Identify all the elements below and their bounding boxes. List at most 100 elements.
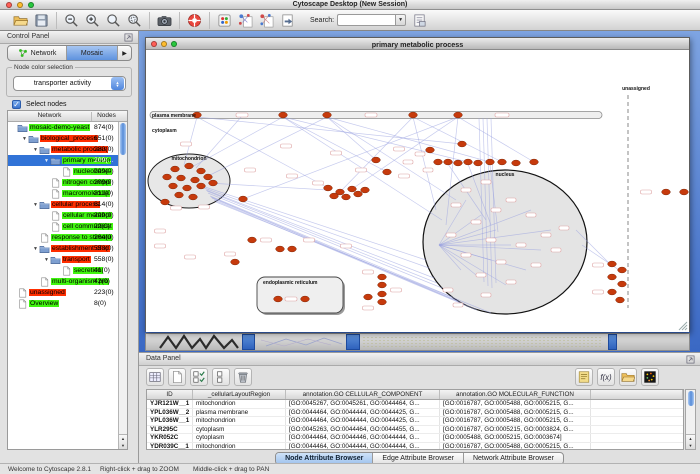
network-node[interactable] — [274, 296, 283, 302]
network-node[interactable] — [454, 160, 463, 166]
network-node[interactable] — [512, 160, 521, 166]
network-node[interactable] — [239, 196, 248, 202]
save-icon[interactable] — [34, 13, 49, 28]
tree-row[interactable]: nitrogen compo209(0) — [8, 177, 118, 188]
new-document-button[interactable] — [168, 368, 186, 386]
network-node[interactable] — [324, 185, 333, 191]
network-edge[interactable] — [206, 190, 434, 278]
tree-scrollbar-arrows[interactable]: ▲▼ — [119, 434, 127, 449]
network-node[interactable] — [372, 157, 381, 163]
network-node[interactable] — [191, 177, 200, 183]
network-node[interactable] — [231, 259, 240, 265]
network-node[interactable] — [618, 267, 627, 273]
annotation-tool-icon[interactable] — [412, 13, 427, 28]
network-node[interactable] — [169, 183, 178, 189]
tree-row[interactable]: unassigned223(0) — [8, 287, 118, 298]
tree-row[interactable]: ▼primary metabo209(... — [8, 155, 118, 166]
table-scrollbar-thumb[interactable] — [688, 391, 694, 406]
network-node[interactable] — [378, 282, 387, 288]
network-node[interactable] — [248, 237, 257, 243]
zoom-selected-icon[interactable] — [127, 13, 142, 28]
window-resize-grip[interactable] — [679, 322, 687, 330]
tab-network[interactable]: Network — [8, 46, 67, 60]
network-node[interactable] — [409, 112, 418, 118]
network-node[interactable] — [161, 199, 170, 205]
network-node[interactable] — [301, 296, 310, 302]
network-node[interactable] — [163, 174, 172, 180]
node-color-dropdown[interactable]: transporter activity ▲▼ — [13, 76, 126, 91]
table-column-header[interactable]: _cellularLayoutRegion — [193, 390, 286, 399]
network-node[interactable] — [197, 168, 206, 174]
tree-row[interactable]: cell communicat22(0) — [8, 221, 118, 232]
table-row[interactable]: YKR052Ccytoplasm[GO:0044464, GO:0044446,… — [147, 434, 683, 443]
tree-row[interactable]: ▼establishment of lo558(0) — [8, 243, 118, 254]
network-edge[interactable] — [413, 117, 436, 210]
network-node[interactable] — [680, 189, 689, 195]
network-edge[interactable] — [458, 117, 534, 162]
network-edge[interactable] — [207, 191, 437, 283]
zoom-in-icon[interactable] — [85, 13, 100, 28]
tree-row[interactable]: ▼transport558(0) — [8, 254, 118, 265]
open-folder-icon[interactable] — [13, 13, 28, 28]
table-row[interactable]: YJR121W__1mitochondrion[GO:0045267, GO:0… — [147, 400, 683, 409]
network-node[interactable] — [204, 174, 213, 180]
network-node[interactable] — [662, 189, 671, 195]
tree-row[interactable]: mosaic-demo-yeast874(0) — [8, 122, 118, 133]
tree-row[interactable]: ▼biological_process651(0) — [8, 133, 118, 144]
zoom-out-icon[interactable] — [64, 13, 79, 28]
network-node[interactable] — [383, 169, 392, 175]
tree-scrollbar[interactable]: ▲▼ — [118, 122, 127, 449]
float-panel-icon[interactable] — [686, 355, 695, 364]
tree-row[interactable]: secretion41(0) — [8, 265, 118, 276]
tab-overflow-arrow[interactable]: ▶ — [118, 46, 131, 60]
network-node[interactable] — [474, 160, 483, 166]
tree-row[interactable]: Overview8(0) — [8, 298, 118, 309]
network-node[interactable] — [209, 180, 218, 186]
tree-row[interactable]: ▼metabolic process280(0) — [8, 144, 118, 155]
network-node[interactable] — [177, 175, 186, 181]
tree-row[interactable]: macromolecule311(0) — [8, 188, 118, 199]
network-node[interactable] — [608, 261, 617, 267]
network-node[interactable] — [454, 112, 463, 118]
network-window-titlebar[interactable]: primary metabolic process — [146, 38, 689, 50]
tree-row[interactable]: cellular metabol209(0) — [8, 210, 118, 221]
tree-row[interactable]: ▼cellular process614(0) — [8, 199, 118, 210]
network-node[interactable] — [364, 294, 373, 300]
network-node[interactable] — [171, 166, 180, 172]
tree-row[interactable]: response to stimulu264(0) — [8, 232, 118, 243]
vizmapper-icon[interactable] — [217, 13, 232, 28]
tree-column-nodes[interactable]: Nodes — [93, 112, 120, 119]
network-edge[interactable] — [202, 186, 426, 260]
network-node[interactable] — [618, 281, 627, 287]
network-node[interactable] — [444, 159, 453, 165]
table-row[interactable]: YPL036W__2plasma membrane[GO:0044464, GO… — [147, 409, 683, 418]
zoom-fit-icon[interactable] — [106, 13, 121, 28]
search-input[interactable] — [337, 14, 395, 26]
network-edge[interactable] — [208, 193, 442, 288]
network-edge[interactable] — [340, 117, 413, 192]
network-node[interactable] — [175, 192, 184, 198]
network-node[interactable] — [530, 159, 539, 165]
select-nodes-option[interactable]: ✓ Select nodes — [12, 100, 66, 109]
network-edge[interactable] — [582, 245, 622, 272]
select-attributes-button[interactable] — [190, 368, 208, 386]
function-button[interactable]: f(x) — [597, 368, 615, 386]
network-node[interactable] — [486, 159, 495, 165]
network-node[interactable] — [378, 299, 387, 305]
background-windows[interactable] — [145, 333, 690, 351]
network-node[interactable] — [608, 289, 617, 295]
table-row[interactable]: YPL036W__1mitochondrion[GO:0044464, GO:0… — [147, 417, 683, 426]
delete-attribute-button[interactable] — [234, 368, 252, 386]
camera-icon[interactable] — [157, 13, 172, 28]
network-node[interactable] — [354, 191, 363, 197]
network-node[interactable] — [330, 193, 339, 199]
table-scrollbar[interactable]: ▲▼ — [685, 389, 696, 450]
life-ring-icon[interactable] — [187, 13, 202, 28]
network-node[interactable] — [288, 246, 297, 252]
network-node[interactable] — [378, 274, 387, 280]
unselect-attributes-button[interactable] — [212, 368, 230, 386]
float-panel-icon[interactable] — [124, 33, 133, 42]
table-scrollbar-arrows[interactable]: ▲▼ — [686, 434, 695, 449]
network-edge[interactable] — [204, 188, 429, 268]
network-overlay-1-icon[interactable] — [238, 13, 253, 28]
